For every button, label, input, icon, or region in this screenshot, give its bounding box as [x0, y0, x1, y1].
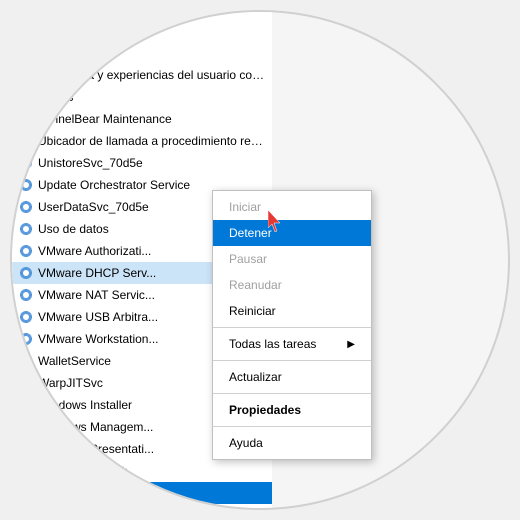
service-icon	[18, 419, 34, 435]
service-icon	[18, 221, 34, 237]
service-item[interactable]: Windows Search	[12, 460, 272, 482]
service-icon	[18, 397, 34, 413]
service-name: Ubicador de llamada a procedimiento remo…	[38, 134, 266, 148]
service-item[interactable]: Telemetría y experiencias del usuario co…	[12, 64, 272, 86]
menu-item-actualizar[interactable]: Actualizar	[213, 364, 371, 390]
menu-separator	[213, 393, 371, 394]
menu-item-detener[interactable]: Detener	[213, 220, 371, 246]
menu-separator	[213, 426, 371, 427]
service-icon	[18, 287, 34, 303]
service-icon	[18, 485, 34, 501]
service-name: Windows Managem...	[38, 420, 153, 434]
service-icon	[18, 155, 34, 171]
service-name: Telemetría y experiencias del usuario co…	[38, 68, 266, 82]
service-name: WalletService	[38, 354, 111, 368]
service-name: Telefonía	[38, 46, 87, 60]
menu-item-label: Reanudar	[229, 278, 282, 292]
service-icon	[18, 375, 34, 391]
service-name: Uso de datos	[38, 222, 109, 236]
service-icon	[18, 67, 34, 83]
menu-item-reiniciar[interactable]: Reiniciar	[213, 298, 371, 324]
service-icon	[18, 463, 34, 479]
service-icon	[18, 309, 34, 325]
main-window: TeamViewer 13 Telefonía Telemetría y exp…	[10, 10, 510, 510]
submenu-arrow-icon: ▶	[347, 339, 355, 350]
service-icon	[18, 23, 34, 39]
service-icon	[18, 243, 34, 259]
service-item[interactable]: Temas	[12, 86, 272, 108]
service-icon	[18, 199, 34, 215]
service-name: UnistoreSvc_70d5e	[38, 156, 143, 170]
service-icon	[18, 507, 34, 508]
menu-item-pausar: Pausar	[213, 246, 371, 272]
menu-item-todas-las-tareas[interactable]: Todas las tareas ▶	[213, 331, 371, 357]
menu-item-label: Actualizar	[229, 370, 282, 384]
menu-item-label: Pausar	[229, 252, 267, 266]
service-name: TunnelBear Maintenance	[38, 112, 172, 126]
menu-separator	[213, 360, 371, 361]
service-item[interactable]: Windows Update Medic Service	[12, 504, 272, 508]
menu-item-reanudar: Reanudar	[213, 272, 371, 298]
menu-item-label: Iniciar	[229, 200, 261, 214]
service-name: Update Orchestrator Service	[38, 178, 190, 192]
menu-item-label: Ayuda	[229, 436, 263, 450]
service-item[interactable]: TunnelBear Maintenance	[12, 108, 272, 130]
service-icon	[18, 45, 34, 61]
service-name: Windows Search	[38, 464, 128, 478]
service-icon	[18, 331, 34, 347]
menu-item-ayuda[interactable]: Ayuda	[213, 430, 371, 456]
service-item[interactable]: TeamViewer 13	[12, 20, 272, 42]
service-name: Temas	[38, 90, 73, 104]
menu-item-propiedades[interactable]: Propiedades	[213, 397, 371, 423]
service-name: Windows Installer	[38, 398, 132, 412]
menu-item-label: Propiedades	[229, 403, 301, 417]
menu-item-label: Detener	[229, 226, 272, 240]
service-item[interactable]: UnistoreSvc_70d5e	[12, 152, 272, 174]
service-name: VMware NAT Servic...	[38, 288, 155, 302]
service-name: WarpJITSvc	[38, 376, 103, 390]
service-icon	[18, 111, 34, 127]
service-icon	[18, 89, 34, 105]
service-icon	[18, 133, 34, 149]
service-item[interactable]: Windows Update	[12, 482, 272, 504]
menu-item-label: Reiniciar	[229, 304, 276, 318]
service-icon	[18, 265, 34, 281]
service-name: TeamViewer 13	[38, 24, 121, 38]
service-name: Windows Update	[38, 486, 129, 500]
service-name: VMware DHCP Serv...	[38, 266, 156, 280]
context-menu: Iniciar Detener Pausar Reanudar Reiniciar Tod…	[212, 190, 372, 460]
service-name: Windows Presentati...	[38, 442, 154, 456]
service-icon	[18, 177, 34, 193]
service-name: VMware Workstation...	[38, 332, 158, 346]
menu-item-label: Todas las tareas	[229, 337, 316, 351]
menu-item-iniciar: Iniciar	[213, 194, 371, 220]
service-name: VMware Authorizati...	[38, 244, 151, 258]
service-name: UserDataSvc_70d5e	[38, 200, 149, 214]
service-icon	[18, 441, 34, 457]
menu-separator	[213, 327, 371, 328]
service-icon	[18, 353, 34, 369]
service-item[interactable]: Telefonía	[12, 42, 272, 64]
service-item[interactable]: Ubicador de llamada a procedimiento remo…	[12, 130, 272, 152]
service-name: VMware USB Arbitra...	[38, 310, 158, 324]
